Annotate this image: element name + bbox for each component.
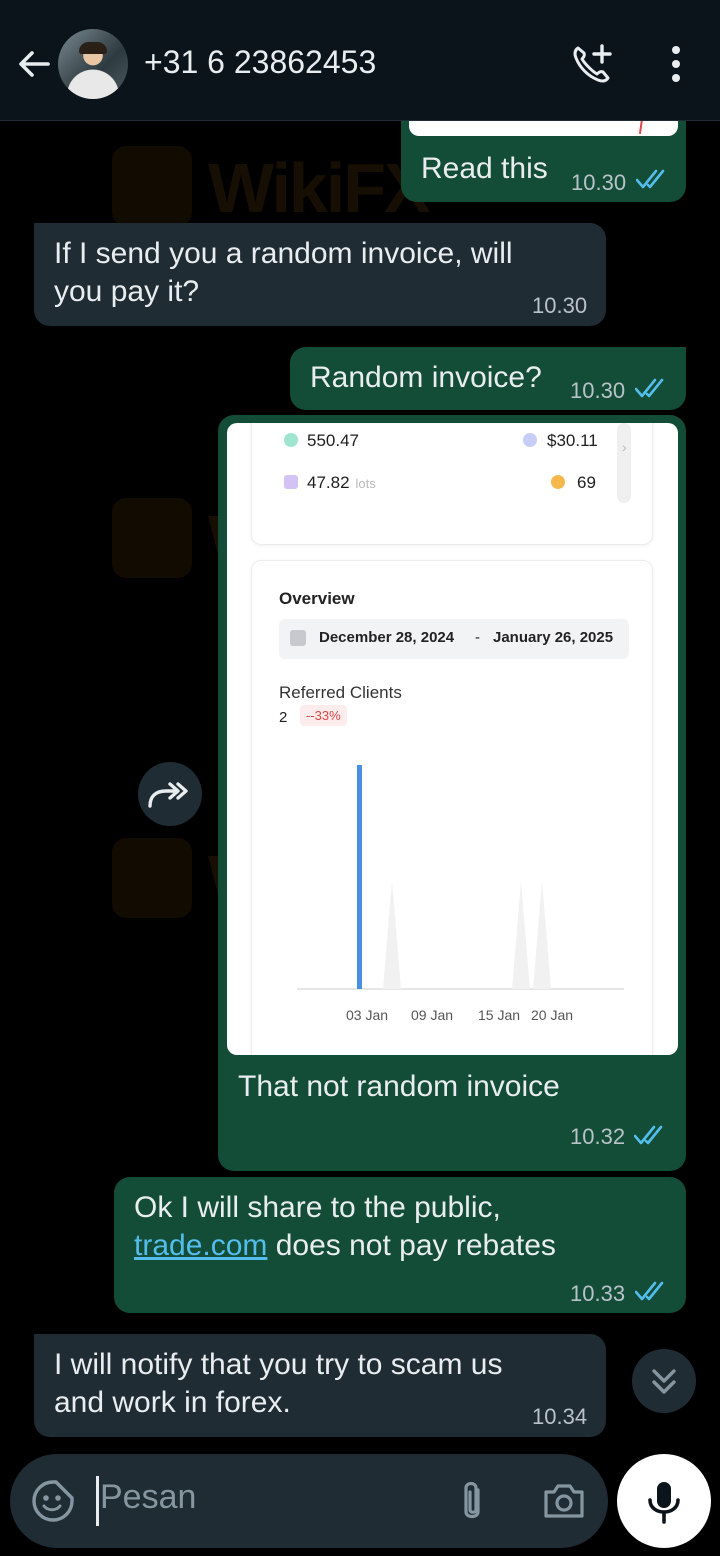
chart-spike xyxy=(383,881,401,989)
message-bubble-incoming[interactable]: If I send you a random invoice, will you… xyxy=(34,223,606,326)
date-range-picker: December 28, 2024 - January 26, 2025 xyxy=(279,619,629,659)
paperclip-icon xyxy=(464,1481,480,1519)
read-ticks-icon xyxy=(635,1281,664,1301)
message-bubble-outgoing[interactable]: Ok I will share to the public, trade.com… xyxy=(114,1177,686,1313)
message-input[interactable]: Pesan xyxy=(100,1478,196,1517)
more-menu-button[interactable] xyxy=(660,44,692,84)
add-call-icon xyxy=(573,44,612,83)
watermark-shield-icon xyxy=(112,498,192,578)
stat-volume-unit: lots xyxy=(355,476,376,491)
double-chevron-down-icon xyxy=(652,1369,676,1394)
chart-spike xyxy=(512,881,530,989)
stat-clients: 69 xyxy=(577,473,596,492)
date-from: December 28, 2024 xyxy=(319,629,455,646)
message-bubble-outgoing[interactable]: Random invoice? 10.30 xyxy=(290,347,686,410)
sticker-button[interactable] xyxy=(30,1478,76,1524)
dollar-coin-icon xyxy=(284,433,298,447)
stat-volume: 47.82 lots xyxy=(307,473,376,493)
watermark-text: WikiFX xyxy=(208,149,431,227)
date-to: January 26, 2025 xyxy=(493,629,614,646)
image-caption: That not random invoice xyxy=(238,1070,560,1103)
x-tick-label: 09 Jan xyxy=(411,1007,453,1023)
chat-header: +31 6 23862453 xyxy=(0,0,720,121)
watermark-shield-icon xyxy=(112,838,192,918)
chart-bar xyxy=(357,765,362,989)
message-text: Random invoice? xyxy=(310,361,542,394)
metric-label: Referred Clients xyxy=(279,683,402,702)
chart-spike xyxy=(533,881,551,989)
message-time: 10.33 xyxy=(570,1281,626,1306)
message-text-line: Ok I will share to the public, xyxy=(134,1191,501,1224)
message-composer: Pesan xyxy=(10,1454,608,1548)
metric-change-badge: --33% xyxy=(300,705,347,726)
date-separator: - xyxy=(475,629,480,646)
metric-value: 2 xyxy=(279,709,288,726)
stat-balance: 550.47 xyxy=(307,431,359,450)
stat-volume-value: 47.82 xyxy=(307,473,350,492)
message-text-line: trade.com does not pay rebates xyxy=(134,1227,556,1265)
chart-icon xyxy=(284,475,298,489)
message-time: 10.34 xyxy=(532,1404,588,1429)
forward-button[interactable] xyxy=(138,762,202,826)
message-time: 10.30 xyxy=(532,293,588,318)
read-ticks-icon xyxy=(635,378,664,398)
message-time: 10.32 xyxy=(570,1124,626,1149)
message-text: Read this xyxy=(421,152,548,185)
read-ticks-icon xyxy=(634,1125,663,1145)
scroll-to-bottom-button[interactable] xyxy=(632,1349,696,1413)
add-call-button[interactable] xyxy=(570,42,614,86)
avatar[interactable] xyxy=(58,29,128,99)
clock-icon xyxy=(523,433,537,447)
voice-record-button[interactable] xyxy=(617,1454,711,1548)
forward-icon xyxy=(148,782,188,808)
back-button[interactable] xyxy=(14,44,54,84)
message-link[interactable]: trade.com xyxy=(134,1229,267,1262)
shared-image[interactable]: › 550.47 $30.11 47.82 lots 69 Overview De… xyxy=(227,423,678,1055)
stat-earnings: $30.11 xyxy=(547,431,598,450)
message-text-line: and work in forex. xyxy=(54,1386,291,1419)
read-ticks-icon xyxy=(636,169,665,189)
referred-clients-chart: 03 Jan 09 Jan 15 Jan 20 Jan xyxy=(297,765,624,1023)
watermark-shield-icon xyxy=(112,146,192,226)
x-tick-label: 20 Jan xyxy=(531,1007,573,1023)
message-bubble-incoming[interactable]: I will notify that you try to scam us an… xyxy=(34,1334,606,1437)
message-text-line: I will notify that you try to scam us xyxy=(54,1348,503,1381)
attach-button[interactable] xyxy=(450,1476,494,1526)
sticker-smiley-icon xyxy=(32,1480,74,1522)
contact-name[interactable]: +31 6 23862453 xyxy=(144,44,376,81)
arrow-left-icon xyxy=(19,51,50,77)
message-text-line: you pay it? xyxy=(54,275,200,308)
image-scrollbar xyxy=(617,423,631,503)
x-tick-label: 03 Jan xyxy=(346,1007,388,1023)
x-tick-label: 15 Jan xyxy=(478,1007,520,1023)
users-icon xyxy=(551,475,565,489)
calendar-icon xyxy=(290,630,306,646)
microphone-icon xyxy=(648,1482,680,1524)
camera-icon xyxy=(544,1484,584,1518)
text-cursor xyxy=(96,1476,99,1526)
overview-title: Overview xyxy=(279,589,355,608)
chevron-right-icon: › xyxy=(622,439,627,455)
camera-button[interactable] xyxy=(540,1478,588,1524)
message-text-rest: does not pay rebates xyxy=(267,1229,556,1262)
message-time: 10.30 xyxy=(570,378,626,403)
more-vertical-icon xyxy=(672,46,680,82)
message-text-line: If I send you a random invoice, will xyxy=(54,237,513,270)
message-time: 10.30 xyxy=(571,170,627,195)
